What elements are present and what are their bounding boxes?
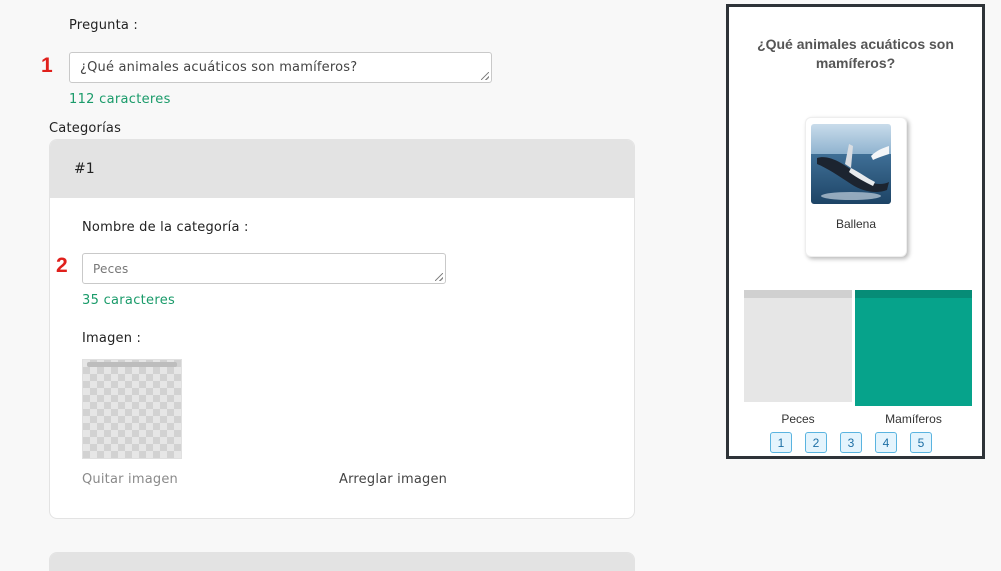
category-name-input[interactable]: Peces (82, 253, 446, 284)
categories-label: Categorías (49, 121, 122, 136)
question-input-value: ¿Qué animales acuáticos son mamíferos? (80, 60, 358, 75)
category-name-label: Nombre de la categoría : (82, 220, 249, 235)
preview-pager: 1 2 3 4 5 (770, 432, 932, 453)
image-placeholder-bar (87, 362, 177, 367)
preview-panel: ¿Qué animales acuáticos son mamíferos? B… (726, 4, 985, 459)
category-card-title: #1 (74, 161, 95, 177)
fix-image-link[interactable]: Arreglar imagen (339, 472, 447, 487)
image-label: Imagen : (82, 331, 142, 346)
page-button-5[interactable]: 5 (910, 432, 932, 453)
step-number-1: 1 (41, 54, 53, 77)
page-button-2[interactable]: 2 (805, 432, 827, 453)
bin-label-mamiferos: Mamíferos (885, 412, 942, 426)
step-number-2: 2 (56, 254, 68, 277)
bin-mamiferos[interactable] (855, 290, 972, 406)
page-button-4[interactable]: 4 (875, 432, 897, 453)
category-card-header[interactable]: #1 (50, 140, 634, 198)
page-button-3[interactable]: 3 (840, 432, 862, 453)
remove-image-link[interactable]: Quitar imagen (82, 472, 178, 487)
category-card: #1 (49, 139, 635, 519)
bin-peces[interactable] (744, 290, 852, 402)
category-name-placeholder: Peces (93, 261, 129, 276)
question-label: Pregunta : (69, 18, 138, 33)
resize-grip-icon[interactable] (481, 72, 489, 80)
resize-grip-icon[interactable] (435, 273, 443, 281)
category-card-2 (49, 552, 635, 571)
draggable-item-card[interactable]: Ballena (805, 117, 907, 257)
category-image-placeholder[interactable] (82, 359, 182, 459)
whale-photo (811, 124, 891, 204)
page-button-1[interactable]: 1 (770, 432, 792, 453)
question-input[interactable]: ¿Qué animales acuáticos son mamíferos? (69, 52, 492, 83)
bin-label-peces: Peces (781, 412, 815, 426)
preview-question: ¿Qué animales acuáticos son mamíferos? (757, 36, 954, 71)
category-name-char-counter: 35 caracteres (82, 293, 176, 308)
item-label: Ballena (835, 217, 877, 231)
category-card-2-header[interactable] (50, 553, 634, 571)
question-char-counter: 112 caracteres (69, 92, 171, 107)
